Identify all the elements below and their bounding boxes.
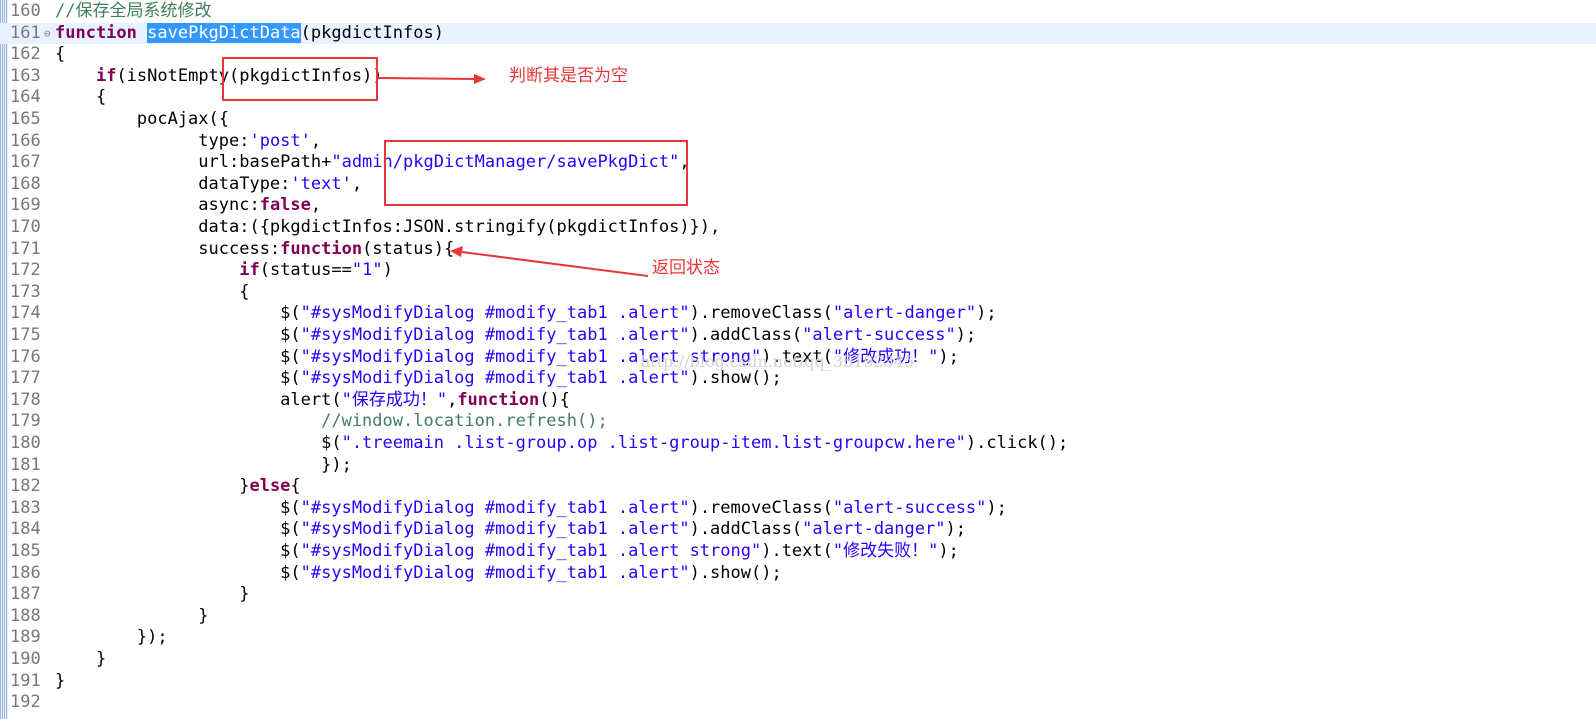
annotation-arrows: [377, 74, 649, 277]
annotation-return-status-label: 返回状态: [652, 258, 720, 278]
annotation-empty-check-label: 判断其是否为空: [509, 66, 628, 86]
arrow-empty-check: [377, 74, 486, 84]
arrow-return-status: [450, 246, 649, 277]
code-editor[interactable]: 160//保存全局系统修改 161 ⊖ function savePkgDictDat…: [0, 0, 1596, 719]
